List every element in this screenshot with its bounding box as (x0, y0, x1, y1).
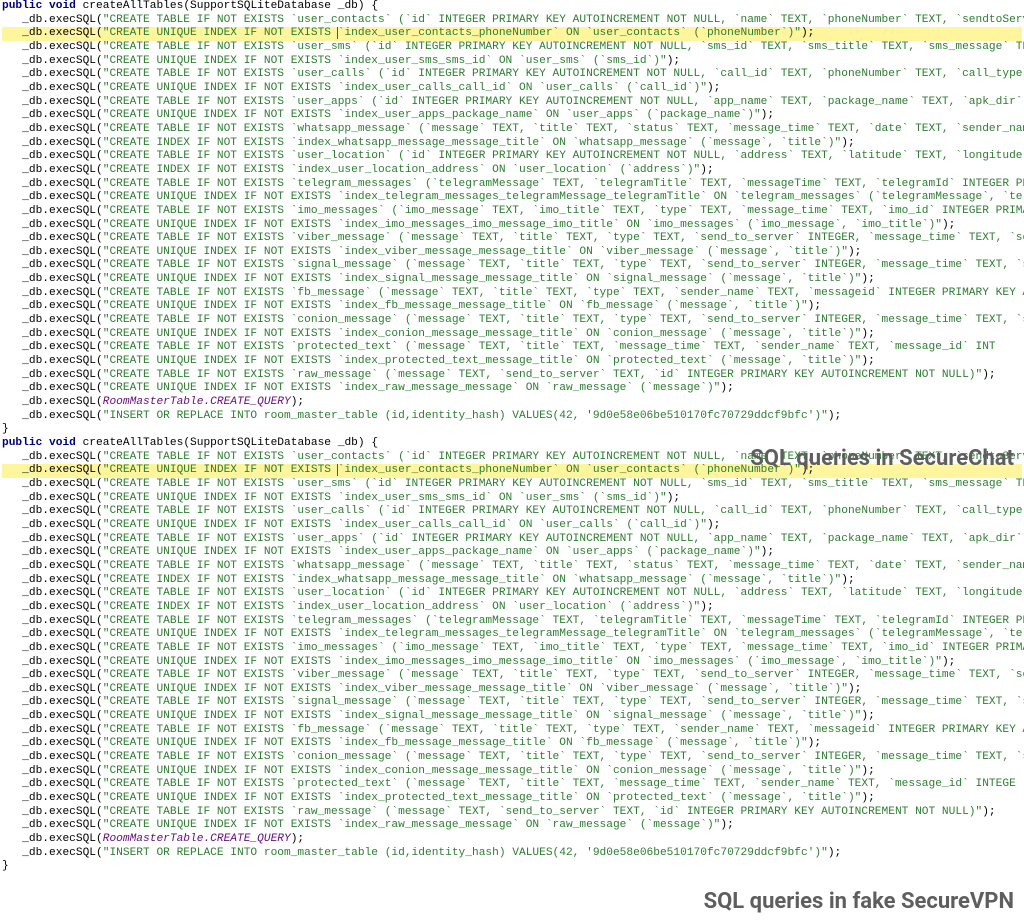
code-line: _db.execSQL("CREATE INDEX IF NOT EXISTS … (2, 574, 1022, 588)
code-line: _db.execSQL("CREATE UNIQUE INDEX IF NOT … (2, 246, 1022, 260)
code-line: _db.execSQL("CREATE UNIQUE INDEX IF NOT … (2, 300, 1022, 314)
code-line: _db.execSQL("CREATE UNIQUE INDEX IF NOT … (2, 819, 1022, 833)
code-line: _db.execSQL("CREATE UNIQUE INDEX IF NOT … (2, 27, 1022, 41)
code-line: _db.execSQL("CREATE TABLE IF NOT EXISTS … (2, 696, 1022, 710)
code-line: _db.execSQL("CREATE UNIQUE INDEX IF NOT … (2, 219, 1022, 233)
code-line: _db.execSQL("CREATE TABLE IF NOT EXISTS … (2, 724, 1022, 738)
code-line: _db.execSQL("INSERT OR REPLACE INTO room… (2, 410, 1022, 424)
code-line: _db.execSQL("CREATE UNIQUE INDEX IF NOT … (2, 765, 1022, 779)
code-line: _db.execSQL("CREATE UNIQUE INDEX IF NOT … (2, 519, 1022, 533)
code-line: _db.execSQL("CREATE UNIQUE INDEX IF NOT … (2, 628, 1022, 642)
code-line: _db.execSQL("CREATE TABLE IF NOT EXISTS … (2, 68, 1022, 82)
code-line: _db.execSQL("CREATE TABLE IF NOT EXISTS … (2, 642, 1022, 656)
code-line: _db.execSQL("CREATE TABLE IF NOT EXISTS … (2, 314, 1022, 328)
code-line: _db.execSQL("CREATE INDEX IF NOT EXISTS … (2, 137, 1022, 151)
code-line: _db.execSQL("CREATE UNIQUE INDEX IF NOT … (2, 546, 1022, 560)
code-line: _db.execSQL("CREATE TABLE IF NOT EXISTS … (2, 369, 1022, 383)
code-line: _db.execSQL("CREATE INDEX IF NOT EXISTS … (2, 164, 1022, 178)
code-line: _db.execSQL("CREATE TABLE IF NOT EXISTS … (2, 41, 1022, 55)
code-line: _db.execSQL("CREATE TABLE IF NOT EXISTS … (2, 205, 1022, 219)
code-line: _db.execSQL("CREATE TABLE IF NOT EXISTS … (2, 259, 1022, 273)
code-line: _db.execSQL("CREATE UNIQUE INDEX IF NOT … (2, 355, 1022, 369)
code-line: _db.execSQL(RoomMasterTable.CREATE_QUERY… (2, 833, 1022, 847)
code-line: _db.execSQL("CREATE UNIQUE INDEX IF NOT … (2, 109, 1022, 123)
code-line: _db.execSQL("CREATE TABLE IF NOT EXISTS … (2, 587, 1022, 601)
code-line: _db.execSQL("CREATE TABLE IF NOT EXISTS … (2, 341, 1022, 355)
code-line: _db.execSQL("CREATE UNIQUE INDEX IF NOT … (2, 191, 1022, 205)
code-line: _db.execSQL("CREATE TABLE IF NOT EXISTS … (2, 505, 1022, 519)
code-line: _db.execSQL("CREATE UNIQUE INDEX IF NOT … (2, 737, 1022, 751)
code-line: _db.execSQL("CREATE UNIQUE INDEX IF NOT … (2, 656, 1022, 670)
method-signature: public void createAllTables(SupportSQLit… (2, 437, 1022, 451)
code-line: _db.execSQL("CREATE TABLE IF NOT EXISTS … (2, 451, 1022, 465)
code-line: _db.execSQL("CREATE UNIQUE INDEX IF NOT … (2, 492, 1022, 506)
code-line: _db.execSQL("CREATE TABLE IF NOT EXISTS … (2, 533, 1022, 547)
code-line: _db.execSQL("CREATE TABLE IF NOT EXISTS … (2, 560, 1022, 574)
brace-close: } (2, 423, 1022, 437)
brace-close: } (2, 860, 1022, 874)
code-line: _db.execSQL("CREATE TABLE IF NOT EXISTS … (2, 287, 1022, 301)
code-line: _db.execSQL("CREATE TABLE IF NOT EXISTS … (2, 478, 1022, 492)
code-line: _db.execSQL("CREATE TABLE IF NOT EXISTS … (2, 123, 1022, 137)
code-line: _db.execSQL("CREATE TABLE IF NOT EXISTS … (2, 806, 1022, 820)
code-block-securechat: public void createAllTables(SupportSQLit… (0, 0, 1024, 437)
code-line: _db.execSQL("CREATE UNIQUE INDEX IF NOT … (2, 683, 1022, 697)
code-line: _db.execSQL("CREATE UNIQUE INDEX IF NOT … (2, 55, 1022, 69)
code-line: _db.execSQL("CREATE TABLE IF NOT EXISTS … (2, 14, 1022, 28)
code-line: _db.execSQL("CREATE UNIQUE INDEX IF NOT … (2, 792, 1022, 806)
code-line: _db.execSQL("CREATE UNIQUE INDEX IF NOT … (2, 382, 1022, 396)
code-line: _db.execSQL("CREATE TABLE IF NOT EXISTS … (2, 669, 1022, 683)
code-line: _db.execSQL("CREATE UNIQUE INDEX IF NOT … (2, 464, 1022, 478)
code-line: _db.execSQL("CREATE TABLE IF NOT EXISTS … (2, 96, 1022, 110)
code-line: _db.execSQL("CREATE TABLE IF NOT EXISTS … (2, 232, 1022, 246)
code-line: _db.execSQL("CREATE TABLE IF NOT EXISTS … (2, 150, 1022, 164)
code-block-securevpn: public void createAllTables(SupportSQLit… (0, 437, 1024, 874)
code-line: _db.execSQL("INSERT OR REPLACE INTO room… (2, 847, 1022, 861)
code-line: _db.execSQL("CREATE TABLE IF NOT EXISTS … (2, 751, 1022, 765)
code-line: _db.execSQL("CREATE INDEX IF NOT EXISTS … (2, 601, 1022, 615)
code-line: _db.execSQL("CREATE UNIQUE INDEX IF NOT … (2, 273, 1022, 287)
code-line: _db.execSQL("CREATE TABLE IF NOT EXISTS … (2, 615, 1022, 629)
method-signature: public void createAllTables(SupportSQLit… (2, 0, 1022, 14)
code-line: _db.execSQL(RoomMasterTable.CREATE_QUERY… (2, 396, 1022, 410)
code-line: _db.execSQL("CREATE TABLE IF NOT EXISTS … (2, 778, 1022, 792)
code-line: _db.execSQL("CREATE UNIQUE INDEX IF NOT … (2, 710, 1022, 724)
code-line: _db.execSQL("CREATE TABLE IF NOT EXISTS … (2, 178, 1022, 192)
code-line: _db.execSQL("CREATE UNIQUE INDEX IF NOT … (2, 328, 1022, 342)
caption-securevpn: SQL queries in fake SecureVPN (704, 889, 1014, 916)
code-line: _db.execSQL("CREATE UNIQUE INDEX IF NOT … (2, 82, 1022, 96)
